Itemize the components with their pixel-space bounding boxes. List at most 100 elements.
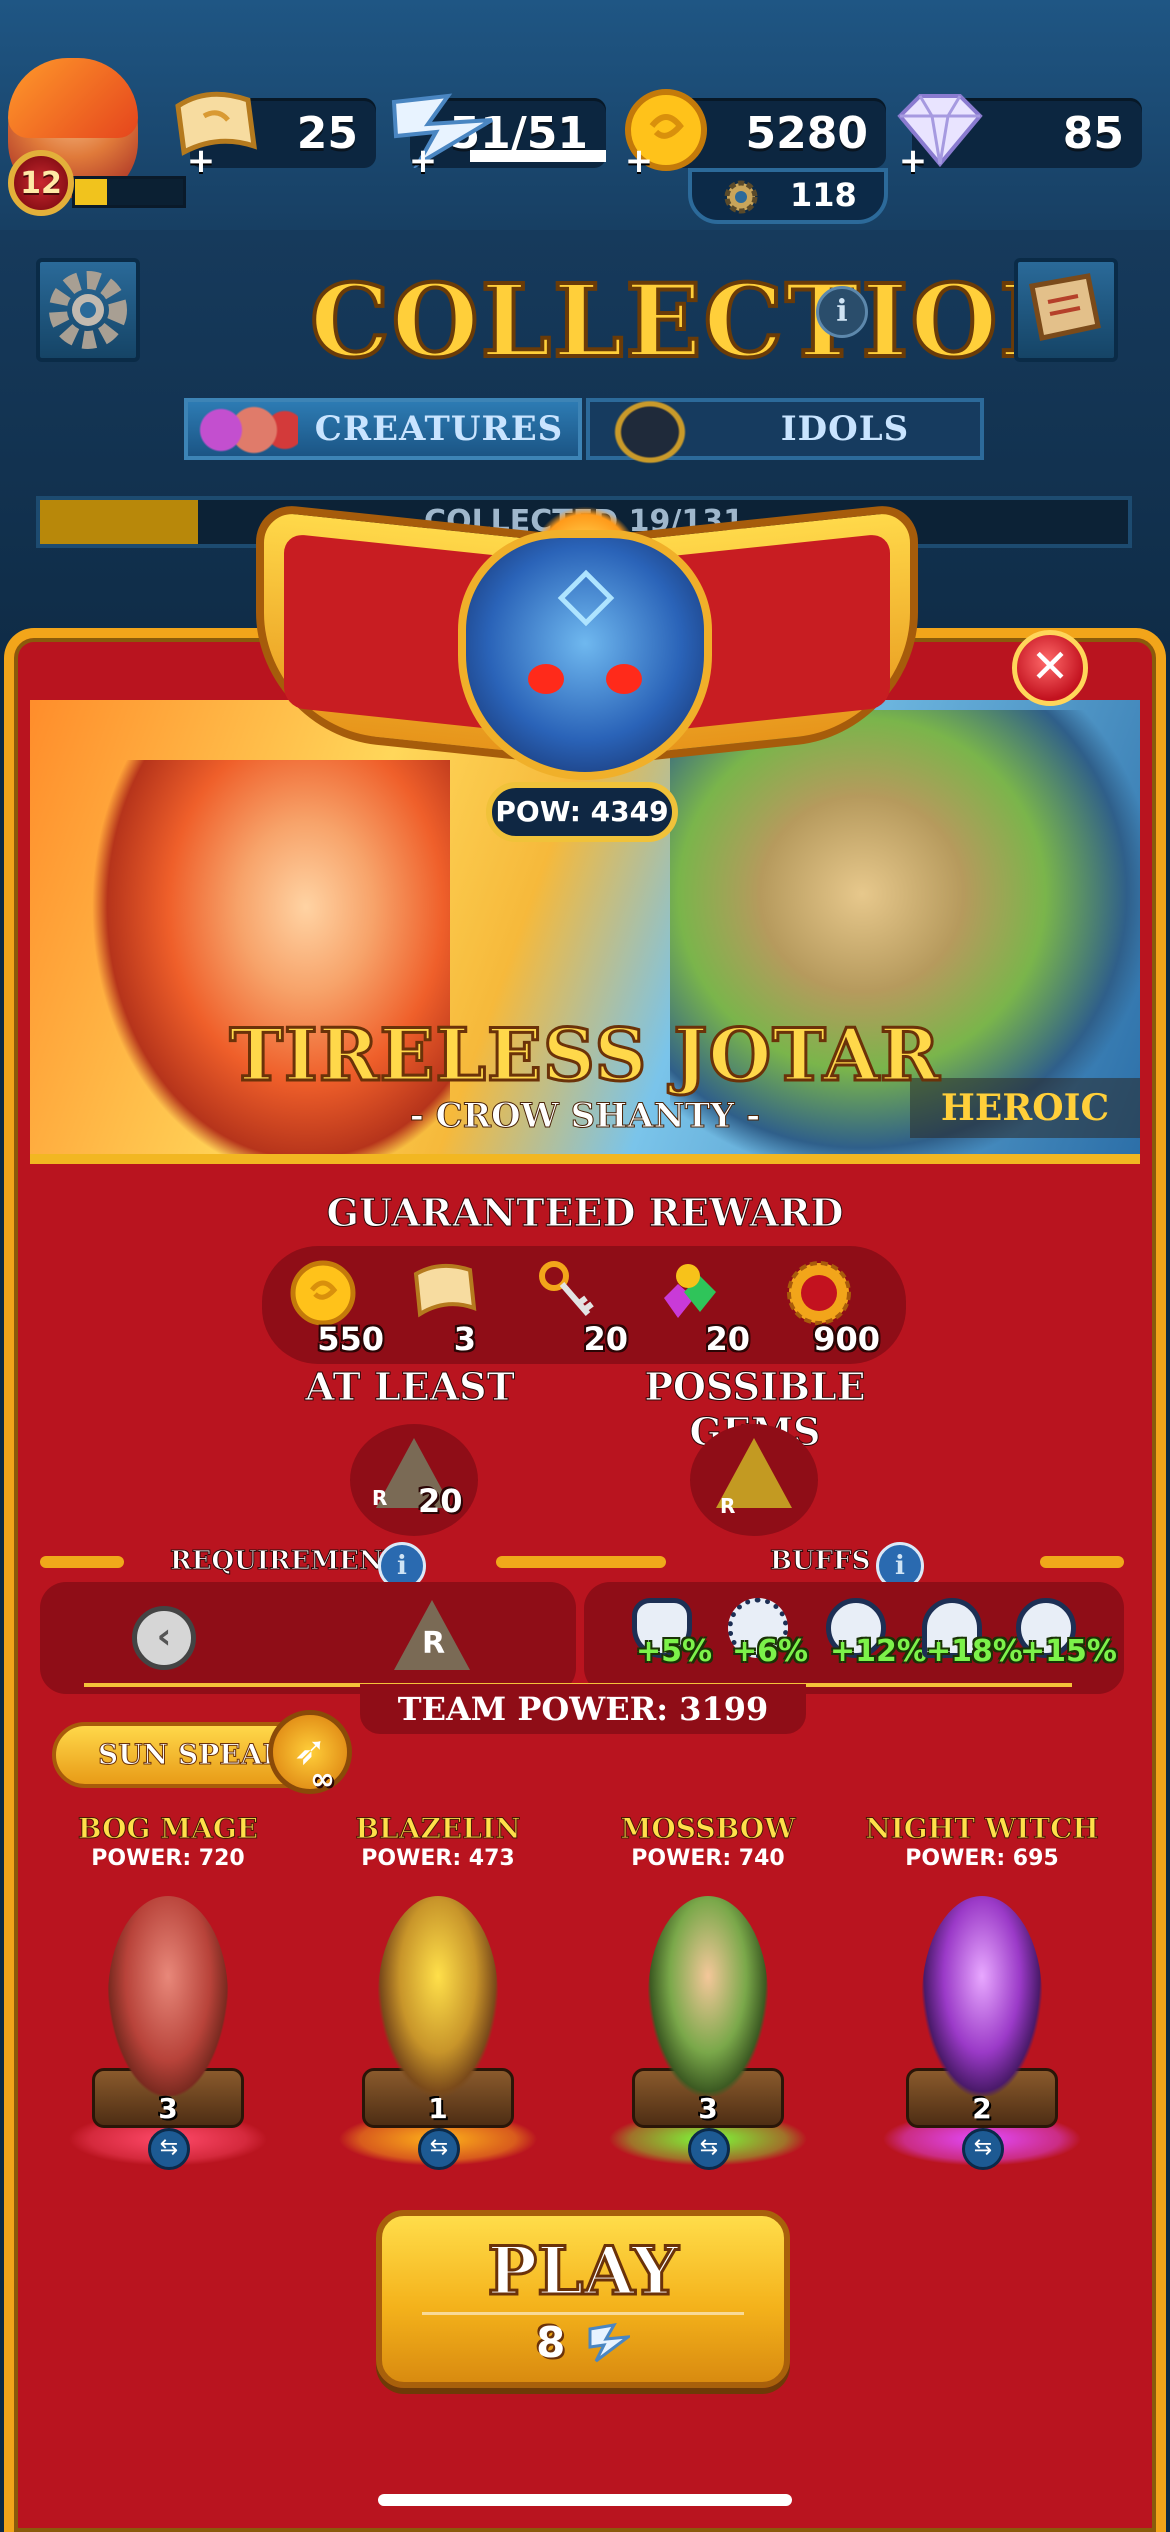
tab-creatures[interactable]: CREATURES [184,390,582,470]
reward-row: 550 3 20 20 900 [262,1246,906,1364]
play-cost: 8 [382,2318,784,2367]
creature-power: POWER: 695 [905,1846,1059,1871]
skull-emblem-icon [458,530,712,780]
gear-icon [49,271,127,349]
buff-pct: +5% [636,1634,713,1669]
buff-shield[interactable]: +5% [616,1598,716,1688]
reward-qty: 900 [813,1320,880,1358]
team-slot-4[interactable]: NIGHT WITCH POWER: 695 2 ⇆ [862,1812,1102,2182]
buff-pct: +15% [1020,1634,1117,1669]
team-power: TEAM POWER: 3199 [360,1684,806,1734]
reward-sun-token[interactable]: 900 [770,1252,880,1362]
play-button[interactable]: PLAY 8 [376,2210,790,2388]
creature-name: MOSSBOW [620,1812,796,1846]
reward-key[interactable]: 20 [518,1252,628,1362]
creature-name: BOG MAGE [77,1812,259,1846]
buffs-heading: BUFFS [770,1546,871,1577]
creature-power: POWER: 740 [631,1846,785,1871]
tab-idols-label: IDOLS [780,409,910,449]
gem-qty: 20 [418,1482,463,1520]
reward-scroll[interactable]: 3 [396,1252,506,1362]
possible-gem-slot[interactable]: R [690,1424,818,1536]
add-gold-icon[interactable]: + [624,144,654,178]
buff-spiral[interactable]: +12% [810,1598,927,1688]
settings-button[interactable] [36,258,140,362]
blazelin-figure [378,1896,498,2096]
add-energy-icon[interactable]: + [408,144,438,178]
weapon-name: SUN SPEAR [98,1738,287,1772]
home-indicator [378,2494,792,2506]
team-slot-1[interactable]: BOG MAGE POWER: 720 3 ⇆ [48,1812,288,2182]
player-level-badge[interactable]: 12 [8,150,74,216]
night-witch-figure [922,1896,1042,2096]
creature-power: POWER: 473 [361,1846,515,1871]
requirements-back-button[interactable]: ‹ [132,1606,196,1670]
at-least-gem-slot[interactable]: R 20 [350,1424,478,1536]
gear-value: 118 [790,176,857,214]
divider [40,1556,124,1568]
play-label: PLAY [486,2231,680,2312]
team-slot-3[interactable]: MOSSBOW POWER: 740 3 ⇆ [588,1812,828,2182]
gold-value: 5280 [745,108,868,159]
energy-bar [470,150,606,162]
collection-info-icon[interactable]: i [816,286,868,338]
reward-qty: 550 [317,1320,384,1358]
key-icon [539,1261,594,1316]
creature-name: NIGHT WITCH [865,1812,1100,1846]
gem-bundle-icon [664,1264,716,1318]
xp-fill [75,179,108,205]
creature-name: BLAZELIN [355,1812,521,1846]
swap-icon[interactable]: ⇆ [148,2128,190,2170]
swap-icon[interactable]: ⇆ [688,2128,730,2170]
creature-level: 3 [698,2092,718,2125]
scrolls-value: 25 [296,108,358,159]
tab-creatures-label: CREATURES [314,409,564,449]
reward-qty: 20 [705,1320,750,1358]
gold-coin-icon [290,1260,356,1326]
gem-rarity: R [372,1486,388,1510]
swap-icon[interactable]: ⇆ [418,2128,460,2170]
creatures-tab-icon [188,390,298,470]
scroll-map-icon [1029,273,1101,341]
weapon-uses: ∞ [310,1762,335,1797]
divider [422,2312,744,2315]
level-subtitle: - CROW SHANTY - [409,1096,761,1137]
gear-counter[interactable]: 118 [688,168,888,224]
gems-value: 85 [1062,108,1124,159]
reward-qty: 20 [583,1320,628,1358]
mossbow-figure [648,1896,768,2096]
at-least-heading: AT LEAST [305,1364,516,1410]
reward-gold[interactable]: 550 [274,1252,384,1362]
requirements-panel [40,1582,576,1694]
lightning-icon [588,2323,634,2363]
add-gems-icon[interactable]: + [898,144,928,178]
creature-level: 3 [158,2092,178,2125]
scroll-icon [175,91,257,156]
page-title: COLLECTION [308,260,1093,382]
creature-level: 1 [428,2092,448,2125]
sun-token-icon [787,1261,851,1325]
gem-rarity: R [720,1494,736,1518]
gear-icon [724,180,758,214]
play-cost-value: 8 [536,2318,566,2367]
creature-level: 2 [972,2092,992,2125]
guaranteed-reward-heading: GUARANTEED REWARD [326,1190,844,1236]
buff-gear-burst[interactable]: +6% [712,1598,812,1688]
close-button[interactable]: ✕ [1012,630,1088,706]
team-slot-2[interactable]: BLAZELIN POWER: 473 1 ⇆ [318,1812,558,2182]
buff-heart-shield[interactable]: +18% [906,1598,1023,1688]
buff-pct: +6% [732,1634,809,1669]
scroll-icon [413,1263,477,1318]
tab-idols[interactable]: IDOLS [586,388,984,468]
add-scrolls-icon[interactable]: + [186,144,216,178]
scroll-map-button[interactable] [1014,258,1118,362]
level-title: TIRELESS JOTAR [228,1011,941,1099]
swap-icon[interactable]: ⇆ [962,2128,1004,2170]
reward-gems[interactable]: 20 [640,1252,750,1362]
reward-qty: 3 [453,1320,476,1358]
bog-mage-figure [108,1896,228,2096]
pow-badge: POW: 4349 [486,782,678,842]
buff-swirl[interactable]: +15% [1000,1598,1117,1688]
required-gem-rarity: R [422,1626,446,1661]
creature-power: POWER: 720 [91,1846,245,1871]
